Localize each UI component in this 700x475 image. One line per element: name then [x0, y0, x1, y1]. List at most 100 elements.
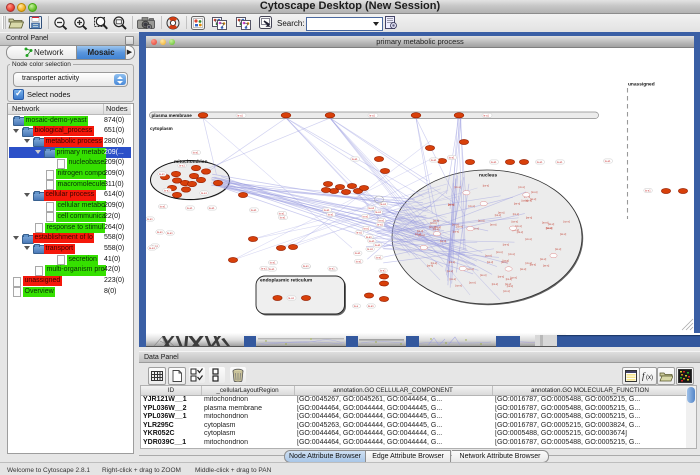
svg-text:la-a1: la-a1 — [328, 213, 334, 217]
svg-text:[xx-x]: [xx-x] — [512, 220, 518, 224]
svg-text:[xx-x]: [xx-x] — [480, 273, 486, 277]
svg-text:[xx-x]: [xx-x] — [540, 257, 546, 261]
svg-text:la-a1: la-a1 — [160, 205, 166, 209]
svg-text:[xx-x]: [xx-x] — [487, 260, 493, 264]
svg-text:[xx-x]: [xx-x] — [514, 202, 520, 206]
svg-text:[xx-x]: [xx-x] — [440, 239, 446, 243]
svg-text:la-a1: la-a1 — [379, 218, 385, 222]
svg-text:[xx-x]: [xx-x] — [447, 269, 453, 273]
svg-text:la-a1: la-a1 — [324, 208, 330, 212]
svg-text:[xx-x]: [xx-x] — [526, 215, 532, 219]
svg-text:la-a1: la-a1 — [352, 157, 358, 161]
svg-text:(x): (x) — [646, 375, 653, 381]
svg-text:[xx-x]: [xx-x] — [469, 204, 475, 208]
svg-text:la-a1: la-a1 — [491, 160, 497, 164]
svg-text:[xx-x]: [xx-x] — [450, 277, 456, 281]
svg-text:la-a1: la-a1 — [605, 159, 611, 163]
svg-text:la-a1: la-a1 — [363, 227, 369, 231]
svg-text:la-a: la-a — [354, 304, 359, 308]
svg-text:[xx-x]: [xx-x] — [449, 260, 455, 264]
svg-text:unassigned: unassigned — [628, 82, 655, 88]
svg-text:la-a1: la-a1 — [366, 235, 372, 239]
svg-text:la-a1: la-a1 — [375, 210, 381, 214]
svg-text:la-a1: la-a1 — [355, 251, 361, 255]
svg-text:la-a1: la-a1 — [303, 264, 309, 268]
svg-text:[xx-x]: [xx-x] — [495, 213, 501, 217]
svg-text:[xx-x]: [xx-x] — [467, 267, 473, 271]
svg-text:la-a1: la-a1 — [368, 206, 374, 210]
svg-text:[xx-x]: [xx-x] — [490, 222, 496, 226]
svg-text:[xx-x]: [xx-x] — [543, 264, 549, 268]
svg-text:la-a1: la-a1 — [159, 172, 165, 176]
svg-text:la-a1: la-a1 — [269, 267, 275, 271]
svg-text:[xx-x]: [xx-x] — [531, 190, 537, 194]
svg-text:la-a1: la-a1 — [645, 189, 651, 193]
svg-text:la-a1: la-a1 — [369, 113, 375, 117]
svg-text:la-a1: la-a1 — [270, 261, 276, 265]
svg-text:la-a1: la-a1 — [237, 113, 243, 117]
svg-text:[xx-x]: [xx-x] — [503, 243, 509, 247]
svg-text:[xx-x]: [xx-x] — [430, 221, 436, 225]
svg-text:[xx-x]: [xx-x] — [525, 237, 531, 241]
svg-text:la-a1: la-a1 — [201, 191, 207, 195]
svg-text:[xx-x]: [xx-x] — [478, 219, 484, 223]
svg-text:[xx-x]: [xx-x] — [503, 289, 509, 293]
svg-text:[xx-x]: [xx-x] — [469, 281, 475, 285]
svg-text:la-a1: la-a1 — [251, 208, 257, 212]
svg-text:cytoplasm: cytoplasm — [150, 126, 173, 131]
svg-text:[xx-x]: [xx-x] — [564, 220, 570, 224]
svg-text:[xx-x]: [xx-x] — [431, 261, 437, 265]
svg-text:la-a1: la-a1 — [179, 164, 185, 168]
svg-text:la-a1: la-a1 — [363, 214, 369, 218]
svg-text:la-a1: la-a1 — [367, 247, 373, 251]
svg-text:la-a1: la-a1 — [380, 269, 386, 273]
svg-text:[xx-x]: [xx-x] — [530, 197, 536, 201]
svg-text:[xx-x]: [xx-x] — [456, 284, 462, 288]
svg-text:[xx-x]: [xx-x] — [496, 250, 502, 254]
svg-text:[xx-x]: [xx-x] — [560, 232, 566, 236]
svg-text:la-a1: la-a1 — [149, 246, 155, 250]
svg-text:la-a1: la-a1 — [483, 113, 489, 117]
svg-text:la-a1: la-a1 — [557, 160, 563, 164]
svg-text:[xx-x]: [xx-x] — [519, 185, 525, 189]
svg-text:[xx-x]: [xx-x] — [505, 282, 511, 286]
svg-text:la-a1: la-a1 — [164, 189, 170, 193]
svg-text:[xx-x]: [xx-x] — [520, 267, 526, 271]
svg-text:la-a1: la-a1 — [375, 243, 381, 247]
svg-text:[xx-x]: [xx-x] — [498, 275, 504, 279]
svg-text:la-a1: la-a1 — [147, 217, 153, 221]
svg-text:la-a1: la-a1 — [209, 206, 215, 210]
svg-text:[xx-x]: [xx-x] — [485, 253, 491, 257]
svg-text:nucleus: nucleus — [479, 173, 497, 179]
svg-text:la-a1: la-a1 — [449, 156, 455, 160]
svg-text:la-a1: la-a1 — [279, 212, 285, 216]
svg-text:la-a1: la-a1 — [537, 160, 543, 164]
svg-text:[xx-x]: [xx-x] — [517, 230, 523, 234]
svg-text:[xx-x]: [xx-x] — [492, 282, 498, 286]
svg-text:[xx-x]: [xx-x] — [506, 277, 512, 281]
svg-text:la-a1: la-a1 — [167, 231, 173, 235]
svg-text:[xx-x]: [xx-x] — [457, 224, 463, 228]
svg-text:[xx-x]: [xx-x] — [418, 233, 424, 237]
svg-text:[xx-x]: [xx-x] — [503, 258, 509, 262]
svg-text:[xx-x]: [xx-x] — [509, 252, 515, 256]
svg-text:la-a1: la-a1 — [261, 267, 267, 271]
svg-text:[xx-x]: [xx-x] — [548, 222, 554, 226]
svg-text:[xx-x]: [xx-x] — [433, 227, 439, 231]
svg-text:la-a1: la-a1 — [193, 151, 199, 155]
svg-text:la-a1: la-a1 — [368, 304, 374, 308]
svg-text:la-a1: la-a1 — [187, 206, 193, 210]
svg-text:[xx-x]: [xx-x] — [546, 226, 552, 230]
svg-text:la-a1: la-a1 — [157, 230, 163, 234]
svg-text:[xx-x]: [xx-x] — [513, 212, 519, 216]
svg-text:[xx-x]: [xx-x] — [453, 230, 459, 234]
svg-text:la-a1: la-a1 — [431, 158, 437, 162]
svg-text:[xx-x]: [xx-x] — [448, 202, 454, 206]
svg-text:[xx-x]: [xx-x] — [530, 262, 536, 266]
svg-text:endoplasmic reticulum: endoplasmic reticulum — [260, 278, 312, 284]
svg-text:la-a1: la-a1 — [329, 267, 335, 271]
svg-text:la-a1: la-a1 — [288, 296, 294, 300]
svg-text:plasma membrane: plasma membrane — [152, 113, 193, 118]
svg-text:la-a1: la-a1 — [376, 255, 382, 259]
svg-text:la-a1: la-a1 — [356, 259, 362, 263]
